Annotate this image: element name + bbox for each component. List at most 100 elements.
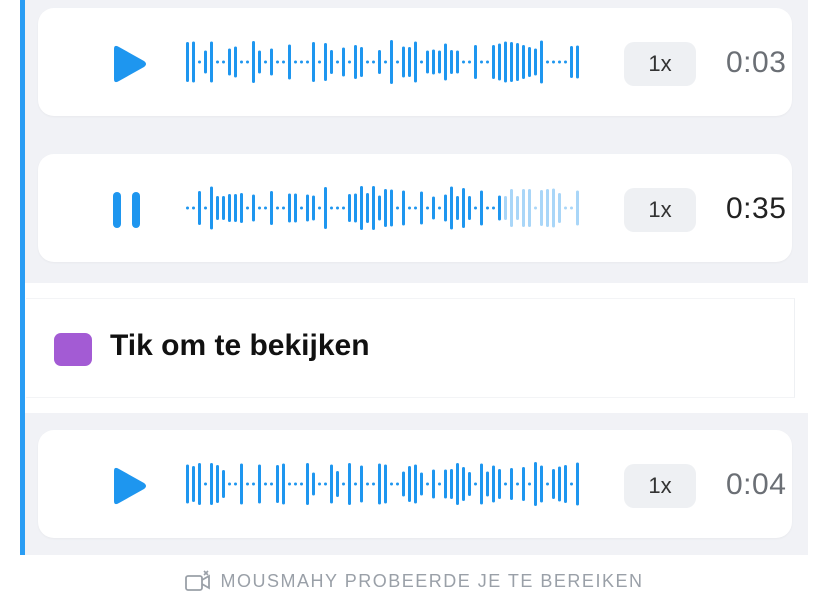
play-icon[interactable] [108,44,148,84]
waveform-bar [462,467,465,501]
waveform-bar [516,196,519,220]
voice-duration: 0:35 [726,192,787,225]
waveform-bar [210,186,213,230]
waveform[interactable] [184,32,584,92]
waveform-bar [558,60,561,64]
waveform-bar [522,45,525,79]
waveform-bar [294,193,297,223]
waveform-bar [576,190,579,226]
waveform-bar [432,196,435,220]
waveform-bar [552,469,555,499]
waveform-bar [204,50,207,74]
sender-accent-bar [20,413,25,555]
playback-speed-button[interactable]: 1x [624,42,696,86]
waveform-bar [420,191,423,225]
waveform-bar [348,60,351,64]
waveform-bar [186,206,189,210]
waveform-bar [276,465,279,503]
waveform-bar [528,47,531,77]
waveform-bar [504,41,507,83]
waveform-bar [234,46,237,78]
voice-note-1[interactable]: 1x 0:03 [38,8,792,116]
waveform-bar [246,60,249,64]
waveform-bar [300,206,303,210]
waveform-bar [546,189,549,227]
waveform-bar [564,206,567,210]
waveform-bar [432,49,435,75]
waveform-bar [216,60,219,64]
waveform-bar [570,482,573,486]
waveform-bar [396,206,399,210]
waveform-bar [294,60,297,64]
waveform-bar [486,471,489,497]
waveform-bar [510,42,513,82]
sender-accent-bar [20,283,25,413]
pause-icon[interactable] [110,190,144,230]
waveform-bar [420,60,423,64]
waveform-bar [348,194,351,222]
waveform-bar [258,206,261,210]
waveform-bar [186,464,189,504]
waveform-bar [360,186,363,230]
waveform-bar [378,50,381,74]
waveform-bar [414,206,417,210]
waveform-bar [222,60,225,64]
waveform-bar [312,42,315,82]
waveform-bar [240,193,243,223]
playback-speed-button[interactable]: 1x [624,188,696,232]
waveform[interactable] [184,454,584,514]
waveform-bar [276,206,279,210]
playback-speed-button[interactable]: 1x [624,464,696,508]
waveform-bar [228,482,231,486]
waveform-bar [366,193,369,223]
waveform-bar [480,190,483,226]
waveform-bar [222,196,225,220]
waveform-bar [270,191,273,225]
play-icon[interactable] [108,466,148,506]
waveform-bar [414,41,417,83]
waveform-bar [576,45,579,79]
waveform-bar [408,466,411,502]
waveform-bar [324,43,327,81]
waveform-bar [300,60,303,64]
snap-message[interactable]: Tik om te bekijken [26,298,795,398]
waveform-bar [528,482,531,486]
waveform-bar [384,464,387,504]
waveform-bar [540,465,543,503]
waveform-bar [192,466,195,502]
waveform-bar [552,188,555,228]
waveform-bar [234,482,237,486]
waveform-bar [480,463,483,505]
waveform-bar [558,466,561,502]
waveform[interactable] [184,178,584,238]
waveform-bar [270,48,273,76]
snap-square-icon [54,333,92,366]
missed-video-call-icon [184,570,210,591]
waveform-bar [348,463,351,505]
waveform-bar [270,482,273,486]
voice-note-3[interactable]: 1x 0:04 [38,430,792,538]
waveform-bar [474,482,477,486]
waveform-bar [414,464,417,504]
waveform-bar [330,464,333,504]
waveform-bar [528,189,531,227]
voice-note-2[interactable]: 1x 0:35 [38,154,792,262]
waveform-bar [492,465,495,503]
waveform-bar [522,189,525,227]
waveform-bar [372,482,375,486]
waveform-bar [546,482,549,486]
waveform-bar [318,482,321,486]
waveform-bar [252,482,255,486]
waveform-bar [192,41,195,83]
waveform-bar [258,464,261,504]
waveform-bar [534,48,537,76]
waveform-bar [216,465,219,503]
snap-label: Tik om te bekijken [110,329,370,362]
waveform-bar [534,206,537,210]
waveform-bar [420,472,423,496]
waveform-bar [516,482,519,486]
waveform-bar [228,194,231,222]
waveform-bar [288,482,291,486]
waveform-bar [264,482,267,486]
waveform-bar [492,206,495,210]
